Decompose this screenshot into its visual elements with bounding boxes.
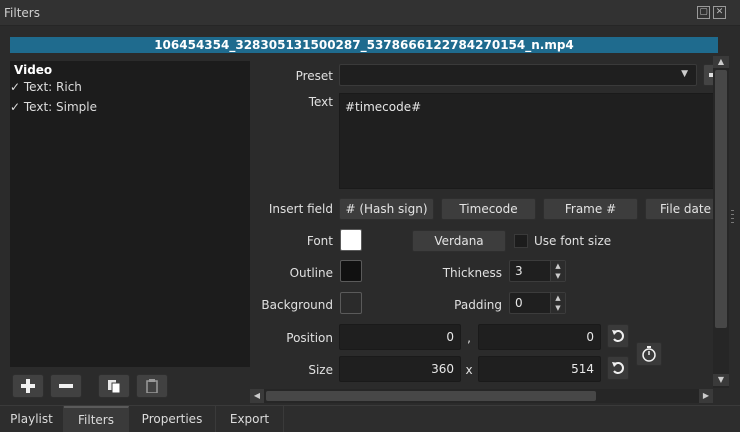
scroll-left-icon[interactable]: ◀ bbox=[250, 389, 264, 403]
reset-icon bbox=[612, 362, 624, 374]
copy-filter-button[interactable] bbox=[98, 374, 130, 398]
use-font-size-checkbox[interactable] bbox=[514, 234, 528, 248]
thickness-label: Thickness bbox=[442, 266, 502, 280]
font-color-swatch[interactable] bbox=[340, 229, 362, 251]
remove-filter-button[interactable] bbox=[50, 374, 82, 398]
chevron-down-icon: ▼ bbox=[681, 69, 688, 79]
paste-filter-button[interactable] bbox=[136, 374, 168, 398]
spin-down-icon[interactable]: ▼ bbox=[551, 303, 565, 313]
size-separator: x bbox=[465, 363, 473, 377]
remove-filter-icon bbox=[59, 384, 73, 388]
check-icon[interactable]: ✓ bbox=[10, 80, 20, 94]
font-button[interactable]: Verdana bbox=[412, 230, 506, 252]
insert-timecode-button[interactable]: Timecode bbox=[441, 198, 536, 220]
preset-label: Preset bbox=[295, 69, 333, 83]
splitter-grip-icon[interactable] bbox=[731, 210, 735, 230]
thickness-spinbox[interactable]: 3 ▲ ▼ bbox=[509, 260, 566, 282]
position-separator: , bbox=[467, 331, 471, 345]
copy-icon bbox=[108, 380, 121, 393]
vertical-scrollbar[interactable]: ▲ ▼ bbox=[713, 56, 729, 388]
insert-field-label: Insert field bbox=[268, 202, 333, 216]
size-label: Size bbox=[308, 363, 333, 377]
tab-filters[interactable]: Filters bbox=[64, 406, 129, 432]
add-filter-icon bbox=[21, 379, 35, 393]
preset-combo[interactable]: ▼ bbox=[339, 64, 697, 86]
float-icon[interactable]: ▢ bbox=[697, 6, 710, 19]
background-label: Background bbox=[261, 298, 333, 312]
reset-position-button[interactable] bbox=[607, 324, 629, 348]
spin-down-icon[interactable]: ▼ bbox=[551, 271, 565, 281]
text-label: Text bbox=[308, 95, 333, 109]
background-color-swatch[interactable] bbox=[340, 292, 362, 314]
use-font-size-label: Use font size bbox=[534, 234, 612, 248]
filter-item-label: Text: Rich bbox=[23, 80, 82, 94]
check-icon[interactable]: ✓ bbox=[10, 100, 20, 114]
padding-spinbox[interactable]: 0 ▲ ▼ bbox=[509, 292, 566, 314]
outline-color-swatch[interactable] bbox=[340, 260, 362, 282]
scroll-right-icon[interactable]: ▶ bbox=[699, 389, 713, 403]
filter-group-label: Video bbox=[14, 63, 53, 77]
tab-export[interactable]: Export bbox=[216, 406, 284, 432]
text-input[interactable]: #timecode# bbox=[339, 93, 713, 189]
keyframe-button[interactable] bbox=[636, 342, 662, 366]
filter-properties: Preset ▼ Text #timecode# Insert field # … bbox=[250, 56, 713, 388]
preset-menu-button[interactable] bbox=[703, 64, 713, 86]
font-label: Font bbox=[306, 234, 333, 248]
thickness-value: 3 bbox=[515, 264, 523, 278]
reset-size-button[interactable] bbox=[607, 356, 629, 380]
insert-file-date-button[interactable]: File date bbox=[645, 198, 713, 220]
filter-item-text-simple[interactable]: ✓ Text: Simple bbox=[10, 100, 250, 116]
title-bar: Filters ▢ ✕ bbox=[0, 0, 740, 26]
reset-icon bbox=[612, 330, 624, 342]
position-label: Position bbox=[286, 331, 333, 345]
close-icon[interactable]: ✕ bbox=[713, 6, 726, 19]
scroll-thumb[interactable] bbox=[715, 70, 727, 328]
filter-item-text-rich[interactable]: ✓ Text: Rich bbox=[10, 80, 250, 96]
filter-item-label: Text: Simple bbox=[23, 100, 97, 114]
scroll-up-icon[interactable]: ▲ bbox=[713, 56, 729, 68]
outline-label: Outline bbox=[289, 266, 333, 280]
scroll-down-icon[interactable]: ▼ bbox=[713, 374, 729, 386]
size-height-input[interactable]: 514 bbox=[478, 356, 601, 382]
position-x-input[interactable]: 0 bbox=[339, 324, 461, 350]
dock-tabs: Playlist Filters Properties Export bbox=[0, 405, 740, 432]
add-filter-button[interactable] bbox=[12, 374, 44, 398]
scroll-thumb[interactable] bbox=[266, 391, 596, 401]
horizontal-scrollbar[interactable]: ◀ ▶ bbox=[250, 389, 713, 403]
insert-frame-button[interactable]: Frame # bbox=[543, 198, 638, 220]
spin-up-icon[interactable]: ▲ bbox=[551, 293, 565, 303]
position-y-input[interactable]: 0 bbox=[478, 324, 601, 350]
size-width-input[interactable]: 360 bbox=[339, 356, 461, 382]
insert-hash-button[interactable]: # (Hash sign) bbox=[339, 198, 434, 220]
spin-up-icon[interactable]: ▲ bbox=[551, 261, 565, 271]
padding-value: 0 bbox=[515, 296, 523, 310]
stopwatch-icon bbox=[642, 346, 656, 362]
tab-properties[interactable]: Properties bbox=[129, 406, 216, 432]
window-title: Filters bbox=[4, 6, 40, 20]
padding-label: Padding bbox=[454, 298, 502, 312]
paste-icon bbox=[146, 379, 158, 393]
file-name-banner: 106454354_328305131500287_53786661227842… bbox=[10, 37, 718, 53]
tab-playlist[interactable]: Playlist bbox=[0, 406, 64, 432]
text-value: #timecode# bbox=[345, 100, 422, 114]
